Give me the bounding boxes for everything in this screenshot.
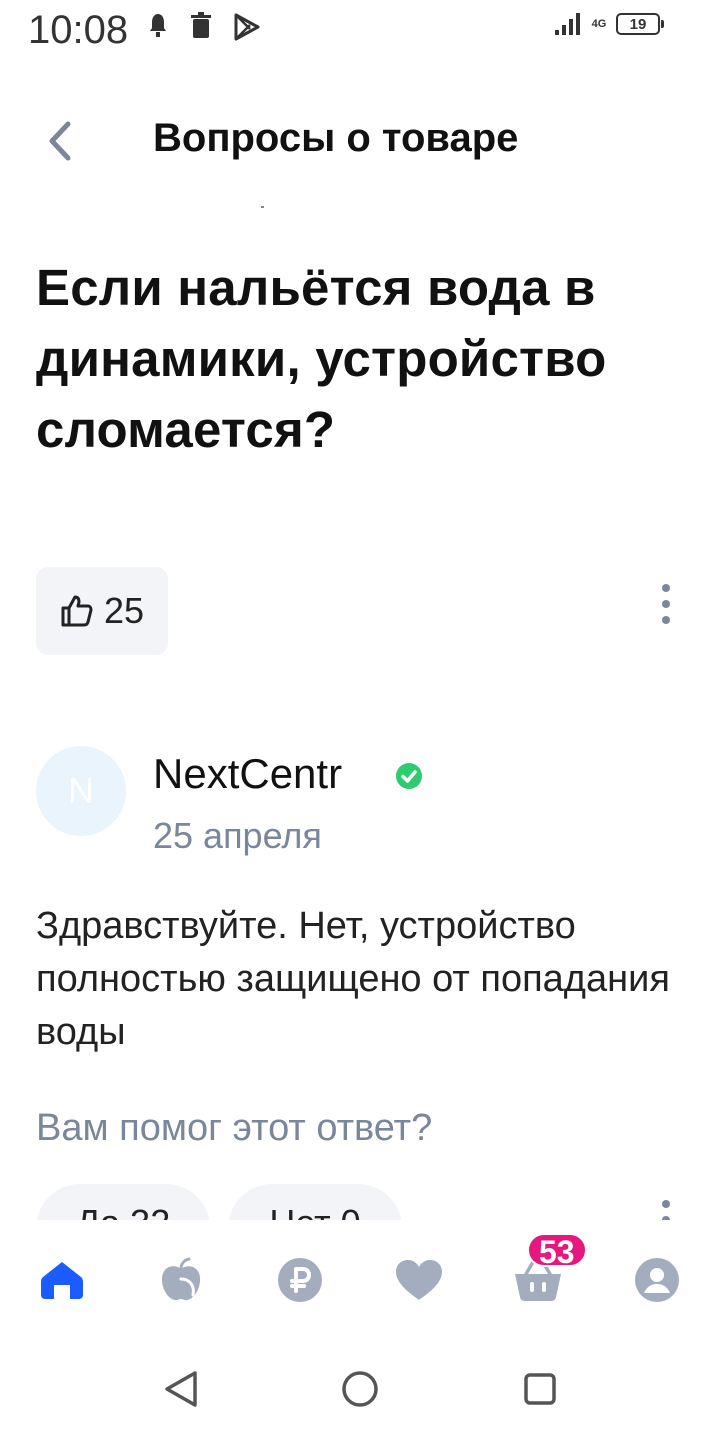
battery-icon: 19 [616,13,664,35]
chevron-left-icon [49,121,71,161]
avatar[interactable]: N [36,746,126,836]
like-count: 25 [103,590,145,631]
heart-icon [396,1260,442,1300]
circle-home-icon [342,1371,378,1407]
vote-no-button[interactable]: Нет 0 [228,1184,402,1220]
status-time: 10:08 [28,8,129,52]
dot [662,584,670,592]
helpful-question: Вам помог этот ответ? [36,1107,433,1149]
trash-icon [190,12,212,45]
divider-mark [261,206,264,208]
status-right: 4G 19 [554,12,664,36]
bottom-nav [0,1222,720,1332]
ruble-icon [278,1258,322,1302]
back-button[interactable] [34,114,88,168]
question-title: Если нальётся вода в динамики, устройств… [36,259,607,458]
network-type: 4G [591,17,607,30]
system-recents-button[interactable] [515,1364,565,1414]
nav-profile[interactable] [627,1252,687,1308]
answer-date: 25 апреля [153,815,322,856]
profile-icon [635,1258,679,1302]
author-name[interactable]: NextCentr [153,750,342,798]
catalog-apple-icon [161,1257,201,1301]
answer-text: Здравствуйте. Нет, устройство полностью … [36,905,670,1053]
question-more-button[interactable] [648,580,684,628]
status-bar: 10:08 4G 19 [0,0,720,60]
system-back-button[interactable] [156,1364,206,1414]
vote-yes-button[interactable]: Да 32 [36,1184,210,1220]
nav-catalog[interactable] [151,1252,211,1308]
triangle-back-icon [165,1371,197,1407]
system-home-button[interactable] [335,1364,385,1414]
dot [662,1216,670,1220]
nav-finance[interactable] [270,1252,330,1308]
nav-favorites[interactable] [389,1252,449,1308]
dot [662,1200,670,1208]
square-recents-icon [524,1373,556,1405]
thumbs-up-icon [61,595,93,627]
play-store-icon [232,12,262,47]
answer-more-button[interactable] [648,1196,684,1220]
notification-icon [148,12,168,45]
dot [662,600,670,608]
signal-icon [555,13,580,35]
header: Вопросы о товаре [0,90,720,190]
system-nav-bar [0,1340,720,1440]
cart-count-badge: 53 [527,1233,587,1269]
nav-home[interactable] [32,1252,92,1308]
vote-row: Да 32 Нет 0 [36,1184,696,1220]
question-like-button[interactable]: 25 [36,567,168,655]
verified-check-icon [396,763,422,789]
home-icon [41,1262,83,1299]
dot [662,616,670,624]
page-title: Вопросы о товаре [153,116,519,160]
